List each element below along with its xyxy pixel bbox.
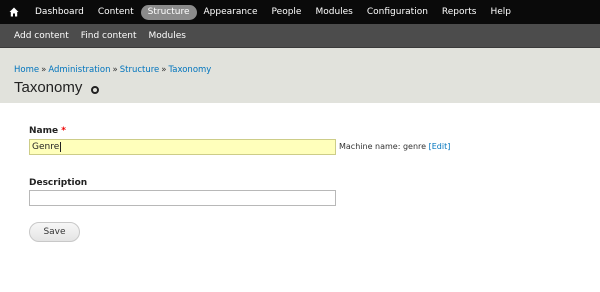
shortcut-modules[interactable]: Modules <box>143 31 192 41</box>
breadcrumb-home[interactable]: Home <box>14 65 39 75</box>
machine-name: Machine name: genre [Edit] <box>339 142 450 151</box>
home-icon[interactable] <box>0 0 28 24</box>
name-input-value: Genre <box>32 142 60 152</box>
machine-name-text: Machine name: genre <box>339 142 427 151</box>
page-header: Home» Administration» Structure» Taxonomy T… <box>0 48 600 103</box>
menu-people[interactable]: People <box>265 5 309 20</box>
shortcut-bar: Add content Find content Modules <box>0 24 600 48</box>
text-cursor <box>60 141 62 152</box>
breadcrumb-structure[interactable]: Structure <box>120 65 160 75</box>
shortcut-star-icon[interactable] <box>91 86 99 94</box>
breadcrumb-taxonomy[interactable]: Taxonomy <box>168 65 211 75</box>
page-title: Taxonomy <box>14 79 83 96</box>
description-input[interactable] <box>29 190 336 206</box>
admin-menu: Dashboard Content Structure Appearance P… <box>0 0 600 24</box>
machine-name-edit-link[interactable]: [Edit] <box>429 142 451 151</box>
admin-toolbar: Dashboard Content Structure Appearance P… <box>0 0 600 24</box>
menu-modules[interactable]: Modules <box>308 5 359 20</box>
name-label-text: Name <box>29 126 59 136</box>
menu-help[interactable]: Help <box>483 5 518 20</box>
shortcut-find-content[interactable]: Find content <box>75 31 143 41</box>
save-button[interactable]: Save <box>29 222 80 242</box>
menu-structure[interactable]: Structure <box>140 4 197 20</box>
breadcrumb-administration[interactable]: Administration <box>48 65 110 75</box>
breadcrumb-separator: » <box>112 65 118 75</box>
shortcut-list: Add content Find content Modules <box>0 24 600 47</box>
shortcut-add-content[interactable]: Add content <box>8 31 75 41</box>
menu-reports[interactable]: Reports <box>435 5 484 20</box>
description-label: Description <box>29 178 88 188</box>
required-marker: * <box>61 126 66 136</box>
menu-dashboard[interactable]: Dashboard <box>28 5 91 20</box>
menu-configuration[interactable]: Configuration <box>360 5 435 20</box>
breadcrumb-separator: » <box>41 65 47 75</box>
menu-content[interactable]: Content <box>91 5 141 20</box>
name-label: Name * <box>29 126 66 136</box>
name-input[interactable]: Genre <box>29 139 336 155</box>
breadcrumb: Home» Administration» Structure» Taxonomy <box>14 65 211 75</box>
menu-appearance[interactable]: Appearance <box>197 5 265 20</box>
